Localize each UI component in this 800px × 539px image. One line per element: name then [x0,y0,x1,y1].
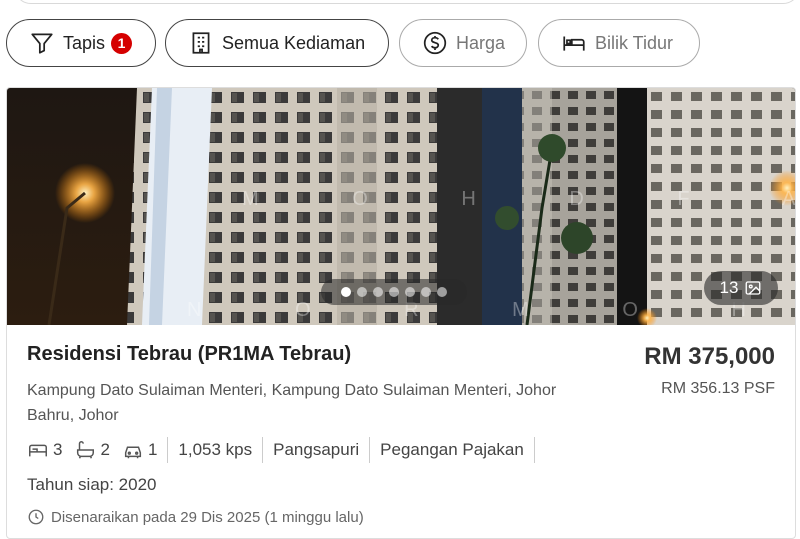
tapis-label: Tapis [63,32,106,53]
bedroom-count: 3 [53,440,63,459]
tapis-filter-button[interactable]: Tapis 1 [6,19,156,67]
listing-address: Kampung Dato Sulaiman Menteri, Kampung D… [27,382,557,424]
price-filter-button[interactable]: Harga [399,19,527,67]
price-label: Harga [456,32,506,53]
price-per-sqft: RM 356.13 PSF [661,380,775,397]
photo-watermark-top: M O H D F A E Z [242,188,795,210]
bed-icon [29,444,47,457]
listed-text: Disenaraikan pada 29 Dis 2025 (1 minggu … [51,508,364,526]
spec-divider [533,437,535,463]
clock-icon [28,509,44,525]
carousel-dot[interactable] [341,287,351,297]
bathroom-count: 2 [100,440,110,459]
photo-count: 13 [719,278,739,297]
room-counts: 3 2 1 [27,439,167,461]
image-icon [746,281,761,295]
listing-size: 1,053 kps [178,440,253,459]
listing-specs: 3 2 1 1,053 kps Pangsapuri Pegangan Paja… [27,435,535,465]
photo-watermark-bottom: N O R M O H A M A D [187,299,795,321]
building-icon [188,30,214,56]
search-bar[interactable] [14,0,800,4]
listing-tenure: Pegangan Pajakan [380,440,524,459]
carousel-dot[interactable] [389,287,399,297]
car-icon [124,446,142,459]
listing-card[interactable]: M O H D F A E Z N O R M O H A M A D 13 R… [6,87,796,539]
completion-year: Tahun siap: 2020 [27,475,157,494]
listing-photo[interactable]: M O H D F A E Z N O R M O H A M A D 13 [7,88,795,325]
listing-title[interactable]: Residensi Tebrau (PR1MA Tebrau) [27,343,351,366]
listing-details: Residensi Tebrau (PR1MA Tebrau) RM 375,0… [7,325,795,538]
carousel-dot[interactable] [421,287,431,297]
carousel-dot[interactable] [437,287,447,297]
parking-count: 1 [147,440,158,459]
listing-type: Pangsapuri [273,440,360,459]
carousel-dot[interactable] [357,287,367,297]
photo-count-badge[interactable]: 13 [704,271,778,305]
property-type-filter-button[interactable]: Semua Kediaman [165,19,389,67]
filter-count-badge: 1 [111,32,133,54]
carousel-dot[interactable] [405,287,415,297]
bed-icon [561,30,587,56]
bathtub-icon [77,441,95,459]
listing-price: RM 375,000 [644,343,775,370]
bedroom-filter-button[interactable]: Bilik Tidur [538,19,700,67]
carousel-dot[interactable] [373,287,383,297]
property-type-label: Semua Kediaman [222,32,366,53]
filter-icon [29,30,55,56]
listed-date: Disenaraikan pada 29 Dis 2025 (1 minggu … [27,508,364,526]
carousel-indicator[interactable] [321,279,467,305]
bedroom-label: Bilik Tidur [595,32,674,53]
dollar-circle-icon [422,30,448,56]
